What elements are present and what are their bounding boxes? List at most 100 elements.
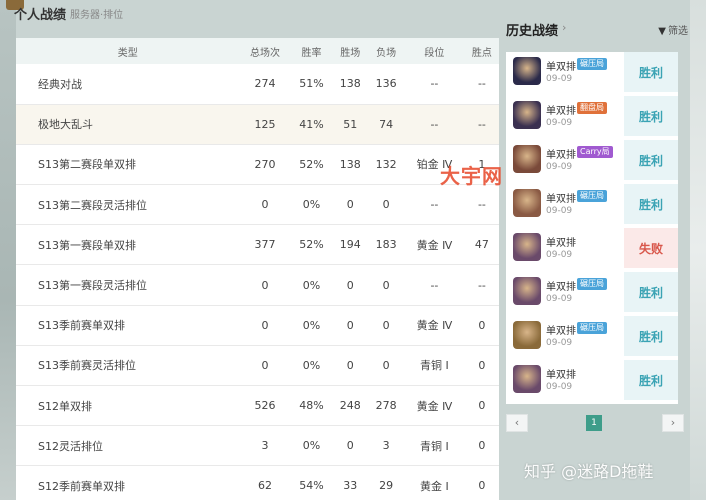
- stats-cell-winrate: 54%: [299, 479, 324, 493]
- champion-avatar: [513, 277, 541, 305]
- stats-cell-type: S12单双排: [38, 399, 92, 413]
- stats-cell-losses: 278: [375, 399, 397, 413]
- stats-row: S13第二赛段灵活排位 0 0% 0 0 -- --: [16, 185, 499, 225]
- stats-cell-points: 0: [478, 318, 486, 332]
- stats-cell-points: 47: [474, 238, 489, 252]
- stats-cell-rank: 黄金 Ⅰ: [420, 479, 449, 493]
- history-title[interactable]: 历史战绩: [506, 20, 558, 39]
- stats-cell-winrate: 52%: [299, 238, 324, 252]
- history-match-item[interactable]: 单双排 碾压局 09-09 胜利: [506, 184, 678, 224]
- stats-cell-total: 0: [261, 358, 269, 372]
- stats-cell-type: S13季前赛灵活排位: [38, 359, 136, 373]
- stats-cell-rank: --: [430, 198, 439, 212]
- history-match-item[interactable]: 单双排 翻盘局 09-09 胜利: [506, 96, 678, 136]
- stats-cell-points: 0: [478, 439, 486, 453]
- stats-cell-total: 270: [254, 157, 276, 171]
- match-tag-badge: 碾压局: [577, 190, 607, 202]
- stats-cell-losses: 136: [375, 77, 397, 91]
- stats-cell-rank: --: [430, 77, 439, 91]
- stats-row: S13第一赛段单双排 377 52% 194 183 黄金 Ⅳ 47: [16, 225, 499, 265]
- stats-cell-total: 0: [261, 318, 269, 332]
- history-match-item[interactable]: 单双排 Carry局 09-09 胜利: [506, 140, 678, 180]
- stats-cell-losses: 0: [382, 278, 390, 292]
- stats-cell-rank: 黄金 Ⅳ: [416, 238, 453, 252]
- stats-cell-losses: 29: [379, 479, 394, 493]
- history-match-item[interactable]: 单双排 碾压局 09-09 胜利: [506, 52, 678, 92]
- stats-cell-wins: 0: [346, 318, 354, 332]
- match-date: 09-09: [546, 162, 573, 172]
- match-mode: 单双排: [546, 326, 576, 337]
- stats-cell-wins: 0: [346, 358, 354, 372]
- page-number-current[interactable]: 1: [586, 415, 602, 431]
- stats-cell-losses: 132: [375, 157, 397, 171]
- stats-cell-rank: 青铜 Ⅰ: [420, 439, 449, 453]
- stats-cell-wins: 138: [339, 157, 361, 171]
- stats-cell-wins: 0: [346, 278, 354, 292]
- champion-avatar: [513, 189, 541, 217]
- match-result: 胜利: [624, 96, 678, 136]
- column-header-wins: 胜场: [340, 47, 361, 59]
- match-mode: 单双排: [546, 106, 576, 117]
- stats-cell-rank: 黄金 Ⅳ: [416, 399, 453, 413]
- filter-label: 筛选: [668, 26, 688, 37]
- champion-avatar: [513, 321, 541, 349]
- stats-cell-total: 526: [254, 399, 276, 413]
- history-match-item[interactable]: 单双排 09-09 胜利: [506, 360, 678, 400]
- page-title: 个人战绩: [14, 8, 67, 23]
- stats-cell-total: 0: [261, 198, 269, 212]
- column-header-type: 类型: [117, 47, 138, 59]
- stats-cell-winrate: 52%: [299, 157, 324, 171]
- stats-panel: 类型 总场次 胜率 胜场 负场 段位 胜点 经典对战 274 51% 138 136 --…: [16, 38, 499, 500]
- history-header: 历史战绩 › ▼ 筛选: [504, 18, 690, 40]
- stats-row: S12季前赛单双排 62 54% 33 29 黄金 Ⅰ 0: [16, 466, 499, 500]
- history-match-item[interactable]: 单双排 09-09 失败: [506, 228, 678, 268]
- stats-cell-rank: --: [430, 278, 439, 292]
- filter-button[interactable]: ▼ 筛选: [658, 22, 688, 37]
- stats-cell-type: S12季前赛单双排: [38, 479, 125, 493]
- page-header: 个人战绩 服务器·排位: [0, 0, 500, 34]
- column-header-rank: 段位: [424, 47, 445, 59]
- stats-cell-type: S13第二赛段灵活排位: [38, 198, 147, 212]
- stats-cell-total: 0: [261, 278, 269, 292]
- match-result: 胜利: [624, 184, 678, 224]
- prev-page-button[interactable]: ‹: [506, 414, 528, 432]
- match-date: 09-09: [546, 294, 573, 304]
- stats-cell-wins: 194: [339, 238, 361, 252]
- stats-cell-points: --: [477, 278, 486, 292]
- stats-row: S13季前赛单双排 0 0% 0 0 黄金 Ⅳ 0: [16, 305, 499, 346]
- watermark-site: 大宇网: [440, 164, 503, 188]
- chevron-right-icon[interactable]: ›: [562, 21, 566, 34]
- champion-avatar: [513, 57, 541, 85]
- stats-cell-points: --: [477, 198, 486, 212]
- stats-cell-losses: 74: [379, 117, 394, 131]
- match-date: 09-09: [546, 382, 573, 392]
- history-match-item[interactable]: 单双排 碾压局 09-09 胜利: [506, 316, 678, 356]
- stats-table: 类型 总场次 胜率 胜场 负场 段位 胜点 经典对战 274 51% 138 136 --…: [16, 38, 499, 500]
- match-mode: 单双排: [546, 62, 576, 73]
- champion-avatar: [513, 145, 541, 173]
- stats-cell-winrate: 0%: [302, 278, 321, 292]
- next-page-button[interactable]: ›: [662, 414, 684, 432]
- stats-row: S12灵活排位 3 0% 0 3 青铜 Ⅰ 0: [16, 426, 499, 466]
- stats-cell-wins: 51: [343, 117, 358, 131]
- column-header-losses: 负场: [376, 47, 397, 59]
- stats-cell-wins: 138: [339, 77, 361, 91]
- stats-cell-winrate: 41%: [299, 117, 324, 131]
- match-tag-badge: 碾压局: [577, 58, 607, 70]
- column-header-total: 总场次: [250, 47, 281, 59]
- stats-cell-wins: 0: [346, 198, 354, 212]
- match-date: 09-09: [546, 338, 573, 348]
- stats-cell-type: 经典对战: [38, 77, 82, 91]
- stats-cell-points: 0: [478, 358, 486, 372]
- match-mode: 单双排: [546, 282, 576, 293]
- stats-cell-total: 62: [258, 479, 273, 493]
- stats-header-row: 类型 总场次 胜率 胜场 负场 段位 胜点: [16, 38, 499, 64]
- column-header-points: 胜点: [471, 47, 492, 59]
- match-result: 失败: [624, 228, 678, 268]
- match-result: 胜利: [624, 316, 678, 356]
- match-tag-badge: Carry局: [577, 146, 613, 158]
- history-match-item[interactable]: 单双排 碾压局 09-09 胜利: [506, 272, 678, 312]
- match-date: 09-09: [546, 250, 573, 260]
- stats-cell-wins: 248: [339, 399, 361, 413]
- column-header-winrate: 胜率: [301, 47, 322, 59]
